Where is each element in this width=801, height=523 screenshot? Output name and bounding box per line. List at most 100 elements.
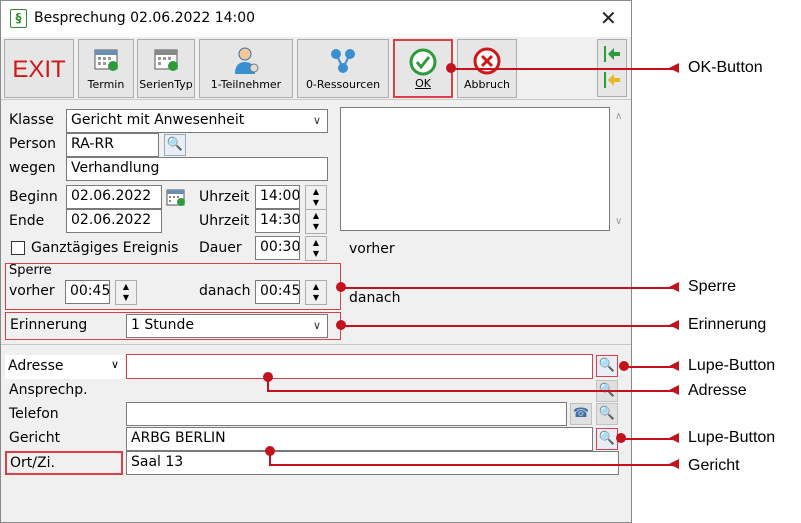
arrow-left-yellow-icon[interactable] — [602, 70, 622, 90]
beginn-date-input[interactable]: 02.06.2022 — [66, 185, 162, 209]
ressourcen-label: 0-Ressourcen — [305, 78, 381, 91]
close-icon[interactable]: ✕ — [600, 6, 617, 30]
callout-line-adresse — [267, 390, 678, 392]
dauer-input[interactable]: 00:30 — [255, 236, 300, 260]
callout-line-gericht — [269, 464, 678, 466]
uhrzeit-begin-label: Uhrzeit — [199, 189, 250, 205]
address-type-select[interactable]: Adresse ∨ — [5, 355, 125, 379]
callout-gericht: Gericht — [688, 457, 740, 474]
dauer-stepper[interactable]: ▲ ▼ — [305, 236, 327, 261]
erinnerung-select[interactable]: 1 Stunde ∨ — [126, 314, 328, 338]
wegen-label: wegen — [9, 160, 56, 176]
abbruch-label: Abbruch — [463, 78, 510, 91]
chevron-down-icon: ∨ — [312, 319, 321, 332]
exit-button[interactable]: EXIT — [4, 39, 74, 98]
callout-lupe-button-2: Lupe-Button — [688, 429, 776, 446]
person-search-icon[interactable]: 🔍 — [164, 134, 186, 156]
gericht-lupe-button[interactable]: 🔍 — [596, 428, 618, 450]
callout-arrow-sperre — [669, 282, 679, 292]
check-icon — [409, 48, 437, 76]
ende-date-input[interactable]: 02.06.2022 — [66, 209, 162, 233]
notes-scrollbar[interactable]: ∧ ∨ — [612, 107, 628, 231]
teilnehmer-label: 1-Teilnehmer — [210, 78, 282, 91]
exit-label: EXIT — [12, 56, 66, 83]
magnifier-icon: 🔍 — [598, 431, 616, 446]
ende-label: Ende — [9, 213, 45, 229]
sperre-vorher-stepper[interactable]: ▲ ▼ — [115, 280, 137, 305]
callout-arrow-gericht — [669, 459, 679, 469]
callout-ok-button: OK-Button — [688, 59, 763, 76]
termin-button[interactable]: Termin — [78, 39, 134, 98]
arrow-left-green-icon[interactable] — [602, 44, 622, 64]
series-calendar-icon — [154, 49, 178, 71]
sperre-danach-input[interactable]: 00:45 — [255, 280, 300, 304]
klasse-value: Gericht mit Anwesenheit — [71, 112, 245, 128]
telefon-label: Telefon — [9, 406, 59, 422]
ok-button[interactable]: OK — [393, 39, 453, 98]
callout-line-ok — [451, 68, 678, 70]
person-input[interactable]: RA-RR — [66, 133, 159, 157]
uhrzeit-end-stepper[interactable]: ▲ ▼ — [305, 209, 327, 234]
section-divider — [1, 344, 631, 345]
gericht-input[interactable]: ARBG BERLIN — [126, 427, 593, 451]
wegen-input[interactable]: Verhandlung — [66, 157, 328, 181]
uhrzeit-end-input[interactable]: 14:30 — [255, 209, 300, 233]
chevron-down-icon: ∨ — [110, 358, 119, 371]
address-input[interactable] — [126, 354, 593, 379]
resources-icon — [331, 49, 355, 73]
danach-info-label: danach — [349, 290, 401, 306]
person-label: Person — [9, 136, 57, 152]
callout-arrow-erinnerung — [669, 320, 679, 330]
sperre-vorher-label: vorher — [9, 283, 55, 299]
telefon-search-icon[interactable]: 🔍 — [596, 403, 618, 425]
ganztaegig-checkbox[interactable] — [11, 241, 25, 255]
beginn-label: Beginn — [9, 189, 58, 205]
participant-icon — [235, 47, 259, 74]
klasse-select[interactable]: Gericht mit Anwesenheit ∨ — [66, 109, 328, 133]
calendar-icon — [94, 49, 118, 71]
uhrzeit-begin-input[interactable]: 14:00 — [255, 185, 300, 209]
ort-label: Ort/Zi. — [10, 455, 55, 471]
chevron-down-icon: ∨ — [312, 114, 321, 127]
callout-arrow-ok — [669, 63, 679, 73]
serientyp-label: SerienTyp — [139, 78, 193, 91]
ganztaegig-label: Ganztägiges Ereignis — [31, 240, 179, 256]
cancel-icon — [473, 47, 501, 75]
ressourcen-button[interactable]: 0-Ressourcen — [297, 39, 389, 98]
ort-input[interactable]: Saal 13 — [126, 451, 619, 475]
erinnerung-value: 1 Stunde — [131, 317, 194, 333]
klasse-label: Klasse — [9, 112, 54, 128]
phone-call-icon[interactable]: ☎ — [570, 403, 592, 425]
date-picker-icon[interactable] — [166, 187, 186, 207]
ort-label-box: Ort/Zi. — [5, 451, 123, 475]
uhrzeit-begin-stepper[interactable]: ▲ ▼ — [305, 185, 327, 210]
sperre-vorher-input[interactable]: 00:45 — [65, 280, 110, 304]
ansprechp-label: Ansprechp. — [9, 382, 88, 398]
telefon-input[interactable] — [126, 402, 567, 426]
notes-textarea[interactable] — [340, 107, 610, 231]
callout-arrow-adresse — [669, 385, 679, 395]
address-lupe-button[interactable]: 🔍 — [596, 355, 618, 377]
gericht-label: Gericht — [9, 430, 61, 446]
address-type-value: Adresse — [8, 358, 64, 374]
callout-arrow-lupe2 — [669, 433, 679, 443]
uhrzeit-end-label: Uhrzeit — [199, 213, 250, 229]
magnifier-icon: 🔍 — [598, 358, 616, 373]
window-title: Besprechung 02.06.2022 14:00 — [34, 10, 256, 26]
teilnehmer-button[interactable]: 1-Teilnehmer — [199, 39, 293, 98]
sperre-danach-label: danach — [199, 283, 251, 299]
callout-vline-gericht — [269, 451, 271, 465]
sperre-danach-stepper[interactable]: ▲ ▼ — [305, 280, 327, 305]
erinnerung-label: Erinnerung — [10, 317, 88, 333]
sperre-label: Sperre — [9, 263, 52, 278]
callout-vline-adresse — [267, 377, 269, 391]
termin-label: Termin — [87, 78, 125, 91]
callout-adresse: Adresse — [688, 382, 747, 399]
app-icon: § — [10, 9, 27, 28]
ok-label: OK — [415, 77, 431, 90]
callout-arrow-lupe1 — [669, 361, 679, 371]
callout-erinnerung: Erinnerung — [688, 316, 767, 333]
serientyp-button[interactable]: SerienTyp — [137, 39, 195, 98]
dauer-label: Dauer — [199, 240, 242, 256]
callout-line-erinnerung — [341, 325, 678, 327]
